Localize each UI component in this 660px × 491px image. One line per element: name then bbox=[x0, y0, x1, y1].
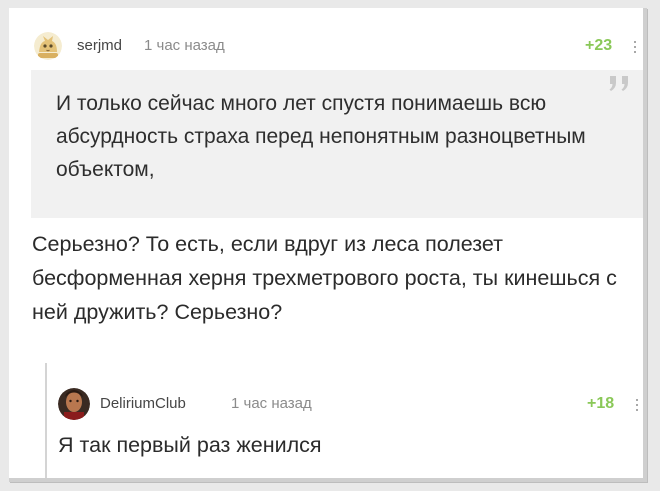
more-options-icon[interactable] bbox=[636, 396, 640, 414]
comment-time: 1 час назад bbox=[144, 37, 225, 54]
cat-avatar-icon[interactable] bbox=[34, 32, 62, 60]
quote-text: И только сейчас много лет спустя понимае… bbox=[56, 92, 586, 181]
user-photo-avatar-icon[interactable] bbox=[58, 388, 90, 420]
reply-thread-line[interactable] bbox=[45, 363, 47, 478]
more-options-icon[interactable] bbox=[634, 38, 638, 56]
comment-text: Серьезно? То есть, если вдруг из леса по… bbox=[32, 232, 617, 324]
reply-rating: +18 bbox=[587, 395, 615, 412]
reply-text: Я так первый раз женился bbox=[58, 433, 322, 457]
reply-header: DeliriumClub 1 час назад +18 bbox=[9, 388, 643, 420]
reply-author[interactable]: DeliriumClub bbox=[100, 395, 186, 412]
comment-rating: +23 bbox=[585, 37, 613, 54]
comment-author[interactable]: serjmd bbox=[77, 37, 122, 54]
reply-time: 1 час назад bbox=[231, 395, 312, 412]
quote-block: И только сейчас много лет спустя понимае… bbox=[31, 70, 643, 218]
comment-header: serjmd 1 час назад +23 bbox=[9, 32, 643, 62]
comment-card: serjmd 1 час назад +23 И только сейчас м… bbox=[9, 8, 647, 482]
